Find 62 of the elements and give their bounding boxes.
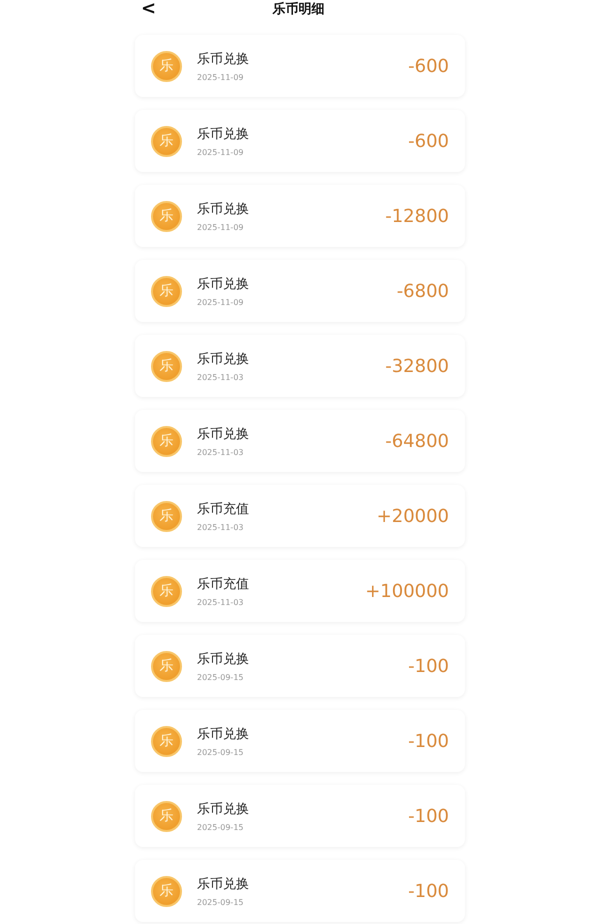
record-amount: -32800 [385, 356, 449, 376]
coin-icon: 乐 [151, 350, 182, 382]
coin-icon: 乐 [151, 800, 182, 832]
record-card[interactable]: 乐 乐币充值 2025-11-03 +20000 [135, 485, 465, 547]
coin-icon: 乐 [151, 50, 182, 82]
coin-icon: 乐 [151, 200, 182, 232]
record-date: 2025-09-15 [197, 898, 244, 907]
record-title: 乐币兑换 [197, 51, 250, 68]
record-card[interactable]: 乐 乐币兑换 2025-11-03 -32800 [135, 335, 465, 397]
record-date: 2025-11-03 [197, 373, 244, 382]
page-title: 乐币明细 [272, 0, 325, 18]
record-date: 2025-11-09 [197, 298, 244, 307]
record-card[interactable]: 乐 乐币兑换 2025-09-15 -100 [135, 635, 465, 697]
record-card[interactable]: 乐 乐币充值 2025-11-03 +100000 [135, 560, 465, 622]
coin-icon: 乐 [151, 500, 182, 532]
record-title: 乐币兑换 [197, 201, 250, 218]
record-title: 乐币充值 [197, 576, 250, 593]
record-card[interactable]: 乐 乐币兑换 2025-11-09 -12800 [135, 185, 465, 247]
record-amount: +100000 [365, 580, 449, 602]
coin-icon: 乐 [151, 426, 182, 456]
record-amount: -12800 [385, 206, 449, 226]
record-title: 乐币充值 [197, 501, 250, 518]
record-title: 乐币兑换 [197, 276, 250, 293]
record-amount: -64800 [385, 430, 449, 452]
record-card[interactable]: 乐 乐币兑换 2025-09-15 -100 [135, 785, 465, 847]
record-amount: -600 [408, 56, 449, 76]
record-title: 乐币兑换 [197, 651, 250, 668]
record-title: 乐币兑换 [197, 801, 250, 818]
record-amount: +20000 [376, 506, 449, 526]
record-title: 乐币兑换 [197, 726, 250, 743]
coin-icon: 乐 [151, 276, 182, 306]
record-date: 2025-09-15 [197, 823, 244, 832]
record-title: 乐币兑换 [197, 351, 250, 368]
coin-icon: 乐 [151, 650, 182, 682]
record-card[interactable]: 乐 乐币兑换 2025-11-09 -600 [135, 35, 465, 97]
record-card[interactable]: 乐 乐币兑换 2025-11-03 -64800 [135, 410, 465, 472]
coin-icon: 乐 [151, 876, 182, 906]
record-date: 2025-11-09 [197, 148, 244, 157]
record-title: 乐币兑换 [197, 426, 250, 443]
record-date: 2025-11-09 [197, 223, 244, 232]
record-date: 2025-11-03 [197, 598, 244, 607]
coin-icon: 乐 [151, 726, 182, 756]
record-date: 2025-09-15 [197, 673, 244, 682]
record-date: 2025-09-15 [197, 748, 244, 757]
record-amount: -6800 [396, 280, 449, 302]
coin-icon: 乐 [151, 576, 182, 606]
record-title: 乐币兑换 [197, 876, 250, 893]
record-amount: -600 [408, 130, 449, 152]
coin-icon: 乐 [151, 126, 182, 156]
record-date: 2025-11-09 [197, 73, 244, 82]
record-amount: -100 [408, 806, 449, 826]
record-card[interactable]: 乐 乐币兑换 2025-09-15 -100 [135, 710, 465, 772]
back-button[interactable]: < [135, 1, 162, 17]
record-amount: -100 [408, 656, 449, 676]
record-amount: -100 [408, 730, 449, 752]
record-card[interactable]: 乐 乐币兑换 2025-11-09 -600 [135, 110, 465, 172]
record-title: 乐币兑换 [197, 126, 250, 143]
record-card[interactable]: 乐 乐币兑换 2025-11-09 -6800 [135, 260, 465, 322]
record-amount: -100 [408, 880, 449, 902]
record-date: 2025-11-03 [197, 523, 244, 532]
record-card[interactable]: 乐 乐币兑换 2025-09-15 -100 [135, 860, 465, 922]
record-date: 2025-11-03 [197, 448, 244, 457]
